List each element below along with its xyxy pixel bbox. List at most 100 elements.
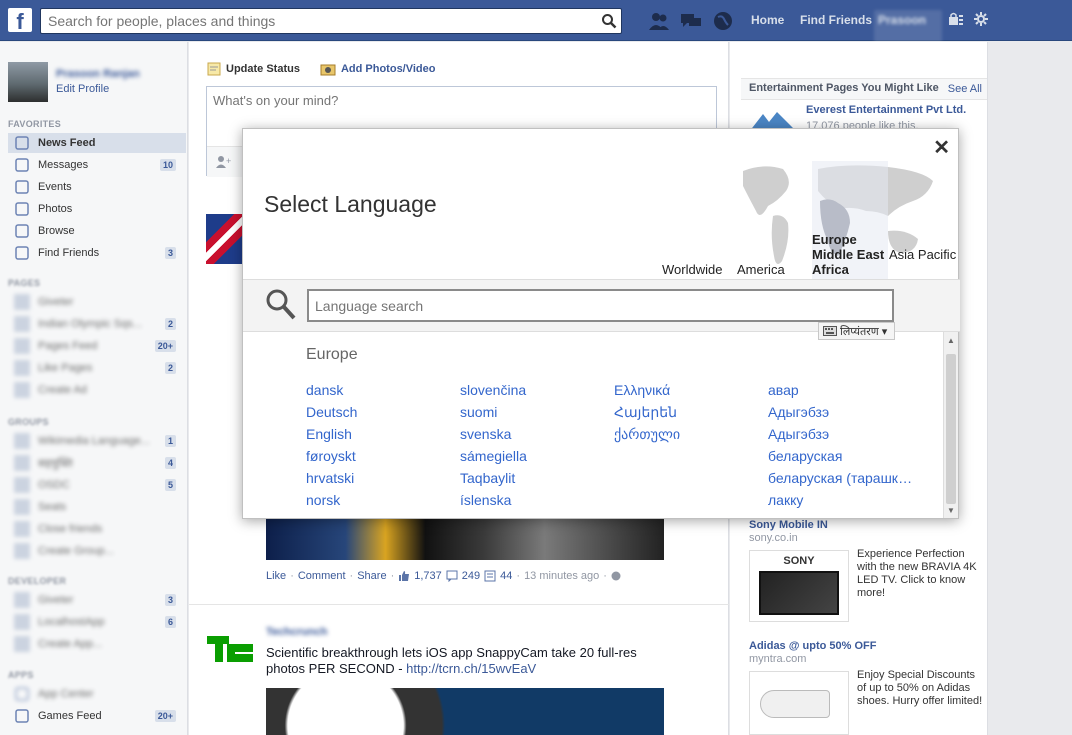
sidebar-item[interactable]: Events bbox=[8, 177, 186, 197]
sidebar-item[interactable]: Find Friends 3 bbox=[8, 243, 186, 263]
sidebar-item[interactable]: सहयुक्ति 4 bbox=[8, 453, 186, 473]
language-option[interactable]: Taqbaylit bbox=[460, 467, 608, 489]
sidebar-item[interactable]: Create Ad bbox=[8, 380, 186, 400]
suggested-page-name[interactable]: Everest Entertainment Pvt Ltd. bbox=[806, 104, 966, 116]
post-author-avatar[interactable] bbox=[206, 214, 242, 264]
sidebar-item[interactable]: App Center bbox=[8, 684, 186, 704]
language-search-field[interactable] bbox=[307, 289, 894, 322]
region-emea-tab[interactable]: Europe Middle East Africa bbox=[812, 232, 887, 277]
language-option[interactable]: Адыгэбзэ bbox=[768, 401, 916, 423]
sidebar-item-count: 2 bbox=[164, 318, 176, 330]
post-image[interactable] bbox=[266, 516, 664, 560]
sidebar-item[interactable]: Indian Olympic Sqs... 2 bbox=[8, 314, 186, 334]
language-option[interactable]: slovenčina bbox=[460, 379, 608, 401]
sidebar-item[interactable]: Create Group... bbox=[8, 541, 186, 561]
post-link[interactable]: http://tcrn.ch/15wvEaV bbox=[406, 661, 536, 676]
sidebar-item[interactable]: Like Pages 2 bbox=[8, 358, 186, 378]
sidebar-item[interactable]: Wikimedia Language... 1 bbox=[8, 431, 186, 451]
edit-profile-link[interactable]: Edit Profile bbox=[56, 83, 109, 95]
sidebar-item[interactable]: Games Feed 20+ bbox=[8, 706, 186, 726]
language-option[interactable]: dansk bbox=[306, 379, 454, 401]
ad-title-sony[interactable]: Sony Mobile IN bbox=[749, 519, 828, 531]
ad-image-adidas[interactable] bbox=[749, 671, 849, 735]
language-option[interactable]: English bbox=[306, 423, 454, 445]
language-option[interactable]: Հայերեն bbox=[614, 401, 762, 423]
region-america-tab[interactable]: America bbox=[737, 262, 785, 277]
language-option[interactable]: Deutsch bbox=[306, 401, 454, 423]
language-option[interactable]: Ελληνικά bbox=[614, 379, 762, 401]
language-option[interactable]: norsk bbox=[306, 489, 454, 511]
language-option[interactable]: íslenska bbox=[460, 489, 608, 511]
language-option[interactable]: лакку bbox=[768, 489, 916, 511]
region-worldwide-tab[interactable]: Worldwide bbox=[662, 262, 722, 277]
sidebar-item-label: OSDC bbox=[38, 479, 70, 491]
language-option[interactable]: hrvatski bbox=[306, 467, 454, 489]
comment-link[interactable]: Comment bbox=[298, 570, 346, 582]
scroll-down-icon[interactable]: ▼ bbox=[947, 506, 955, 515]
language-option[interactable]: føroyskt bbox=[306, 445, 454, 467]
find-friends-icon bbox=[14, 245, 30, 261]
close-icon[interactable]: ✕ bbox=[933, 135, 950, 160]
region-asia-pacific-tab[interactable]: Asia Pacific bbox=[889, 247, 956, 262]
language-option[interactable]: ქართული bbox=[614, 423, 762, 445]
language-option[interactable]: Адыгэбзэ bbox=[768, 423, 916, 445]
sidebar-item[interactable]: LocalhostApp 6 bbox=[8, 612, 186, 632]
sidebar-item-label: Giveter bbox=[38, 594, 74, 606]
privacy-lock-icon[interactable] bbox=[948, 12, 964, 26]
sidebar-item[interactable]: Messages 10 bbox=[8, 155, 186, 175]
update-status-tab[interactable]: Update Status bbox=[207, 62, 300, 76]
profile-avatar[interactable] bbox=[8, 62, 48, 102]
public-globe-icon[interactable] bbox=[611, 571, 621, 581]
language-search-input[interactable] bbox=[309, 291, 892, 320]
sidebar-item[interactable]: News Feed bbox=[8, 133, 186, 153]
post-actions: Like · Comment · Share · 1,737 249 44 · … bbox=[266, 570, 621, 582]
settings-gear-icon[interactable] bbox=[974, 12, 988, 26]
techcrunch-logo[interactable] bbox=[207, 632, 255, 672]
search-icon[interactable] bbox=[601, 13, 617, 29]
share-link[interactable]: Share bbox=[357, 570, 386, 582]
language-list-scrollbar[interactable]: ▲ ▼ bbox=[943, 332, 958, 518]
language-option[interactable]: беларуская bbox=[768, 445, 916, 467]
sidebar-item[interactable]: OSDC 5 bbox=[8, 475, 186, 495]
transliteration-toggle[interactable]: लिप्यंतरण ▾ bbox=[818, 322, 895, 340]
sidebar-item[interactable]: Photos bbox=[8, 199, 186, 219]
sidebar-item[interactable]: Pages Feed 20+ bbox=[8, 336, 186, 356]
ad-title-adidas[interactable]: Adidas @ upto 50% OFF bbox=[749, 640, 876, 652]
facebook-logo[interactable]: f bbox=[8, 8, 32, 32]
sidebar-item[interactable]: Close friends bbox=[8, 519, 186, 539]
comments-count[interactable]: 249 bbox=[462, 570, 480, 582]
like-link[interactable]: Like bbox=[266, 570, 286, 582]
tag-friends-icon[interactable]: + bbox=[215, 155, 231, 169]
profile-name-link[interactable]: Prasoon Ranjan bbox=[56, 68, 140, 80]
sidebar-item[interactable]: Giveter 3 bbox=[8, 590, 186, 610]
language-option[interactable]: авар bbox=[768, 379, 916, 401]
friend-requests-icon[interactable] bbox=[648, 10, 670, 32]
sidebar-item[interactable]: Seats bbox=[8, 497, 186, 517]
global-search-input[interactable] bbox=[41, 9, 601, 33]
post-timestamp[interactable]: 13 minutes ago bbox=[524, 570, 599, 582]
scroll-up-icon[interactable]: ▲ bbox=[947, 336, 955, 345]
post-image[interactable] bbox=[266, 688, 664, 735]
post-author-name[interactable]: Techcrunch bbox=[266, 626, 328, 638]
find-friends-link[interactable]: Find Friends bbox=[800, 13, 872, 27]
sidebar-item-label: App Center bbox=[38, 688, 94, 700]
profile-chip[interactable]: Prasoon bbox=[874, 10, 942, 44]
add-photos-tab[interactable]: Add Photos/Video bbox=[320, 62, 436, 76]
shares-count[interactable]: 44 bbox=[500, 570, 512, 582]
sidebar-item[interactable]: Giveter bbox=[8, 292, 186, 312]
sidebar-item[interactable]: Create App... bbox=[8, 634, 186, 654]
messages-icon[interactable] bbox=[680, 10, 702, 32]
see-all-link[interactable]: See All bbox=[948, 83, 982, 95]
global-search[interactable] bbox=[40, 8, 622, 34]
likes-count[interactable]: 1,737 bbox=[414, 570, 442, 582]
scrollbar-thumb[interactable] bbox=[946, 354, 956, 504]
language-option[interactable]: беларуская (тарашкевіца) bbox=[768, 467, 916, 489]
item-icon bbox=[14, 592, 30, 608]
language-option[interactable]: svenska bbox=[460, 423, 608, 445]
language-option[interactable]: sámegiella bbox=[460, 445, 608, 467]
notifications-globe-icon[interactable] bbox=[712, 10, 734, 32]
home-link[interactable]: Home bbox=[751, 13, 784, 27]
ad-image-sony[interactable]: SONY bbox=[749, 550, 849, 622]
language-option[interactable]: suomi bbox=[460, 401, 608, 423]
sidebar-item[interactable]: Browse bbox=[8, 221, 186, 241]
